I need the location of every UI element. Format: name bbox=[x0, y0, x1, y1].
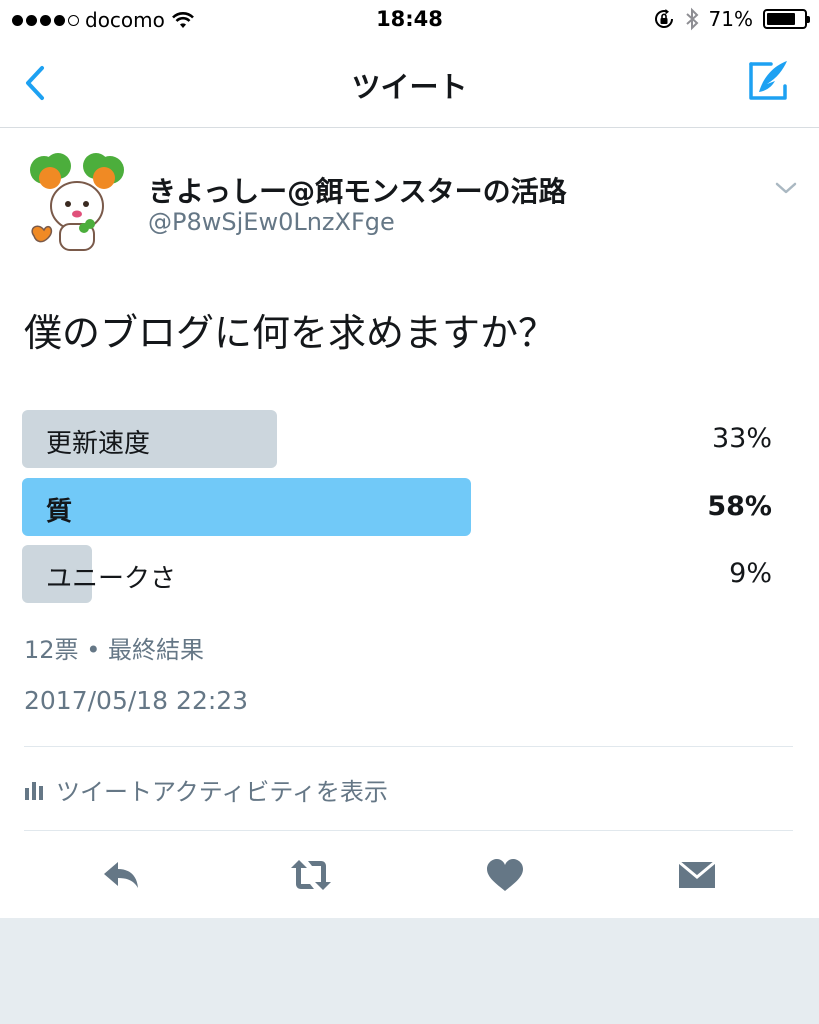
poll-status: 最終結果 bbox=[107, 636, 204, 664]
status-bar: docomo 18:48 71% bbox=[0, 0, 819, 40]
poll-option: ユニークさ 9% bbox=[22, 545, 772, 603]
tweet-activity-label: ツイートアクティビティを表示 bbox=[56, 778, 388, 806]
divider bbox=[24, 746, 793, 747]
poll-option-winner: 質 58% bbox=[22, 478, 772, 536]
battery-percent: 71% bbox=[708, 7, 753, 31]
like-icon[interactable] bbox=[484, 856, 526, 894]
orientation-lock-icon bbox=[654, 9, 673, 28]
compose-button[interactable] bbox=[745, 58, 791, 104]
tweet-timestamp: 2017/05/18 22:23 bbox=[24, 686, 249, 715]
dm-icon[interactable] bbox=[676, 856, 718, 894]
divider bbox=[24, 830, 793, 831]
poll-votes: 12票 bbox=[24, 636, 79, 664]
retweet-icon[interactable] bbox=[290, 856, 332, 894]
poll-option-label: 更新速度 bbox=[46, 429, 151, 459]
poll-separator: • bbox=[86, 636, 101, 664]
status-right: 71% bbox=[653, 7, 810, 31]
poll-option-percent: 58% bbox=[707, 491, 772, 522]
user-handle[interactable]: @P8wSjEw0LnzXFge bbox=[148, 208, 395, 236]
poll-meta: 12票 • 最終結果 bbox=[24, 630, 204, 665]
poll-option-percent: 33% bbox=[711, 423, 772, 454]
bluetooth-icon bbox=[685, 7, 698, 31]
poll-option-label: ユニークさ bbox=[46, 564, 177, 594]
poll-option: 更新速度 33% bbox=[22, 410, 772, 468]
avatar[interactable] bbox=[24, 150, 130, 256]
bar-chart-icon bbox=[25, 781, 43, 800]
poll-option-label: 質 bbox=[46, 497, 73, 527]
poll-option-percent: 9% bbox=[729, 558, 772, 589]
poll-bar bbox=[22, 478, 471, 536]
battery-icon bbox=[763, 9, 810, 29]
page-title: ツイート bbox=[351, 70, 468, 104]
tweet-text: 僕のブログに何を求めますか？ bbox=[24, 311, 557, 355]
nav-bar: ツイート bbox=[0, 40, 819, 128]
display-name[interactable]: きよっしー@餌モンスターの活路 bbox=[148, 170, 567, 210]
reply-icon[interactable] bbox=[100, 856, 142, 894]
chevron-down-icon[interactable] bbox=[774, 180, 798, 196]
tweet-activity-link[interactable]: ツイートアクティビティを表示 bbox=[24, 772, 388, 807]
